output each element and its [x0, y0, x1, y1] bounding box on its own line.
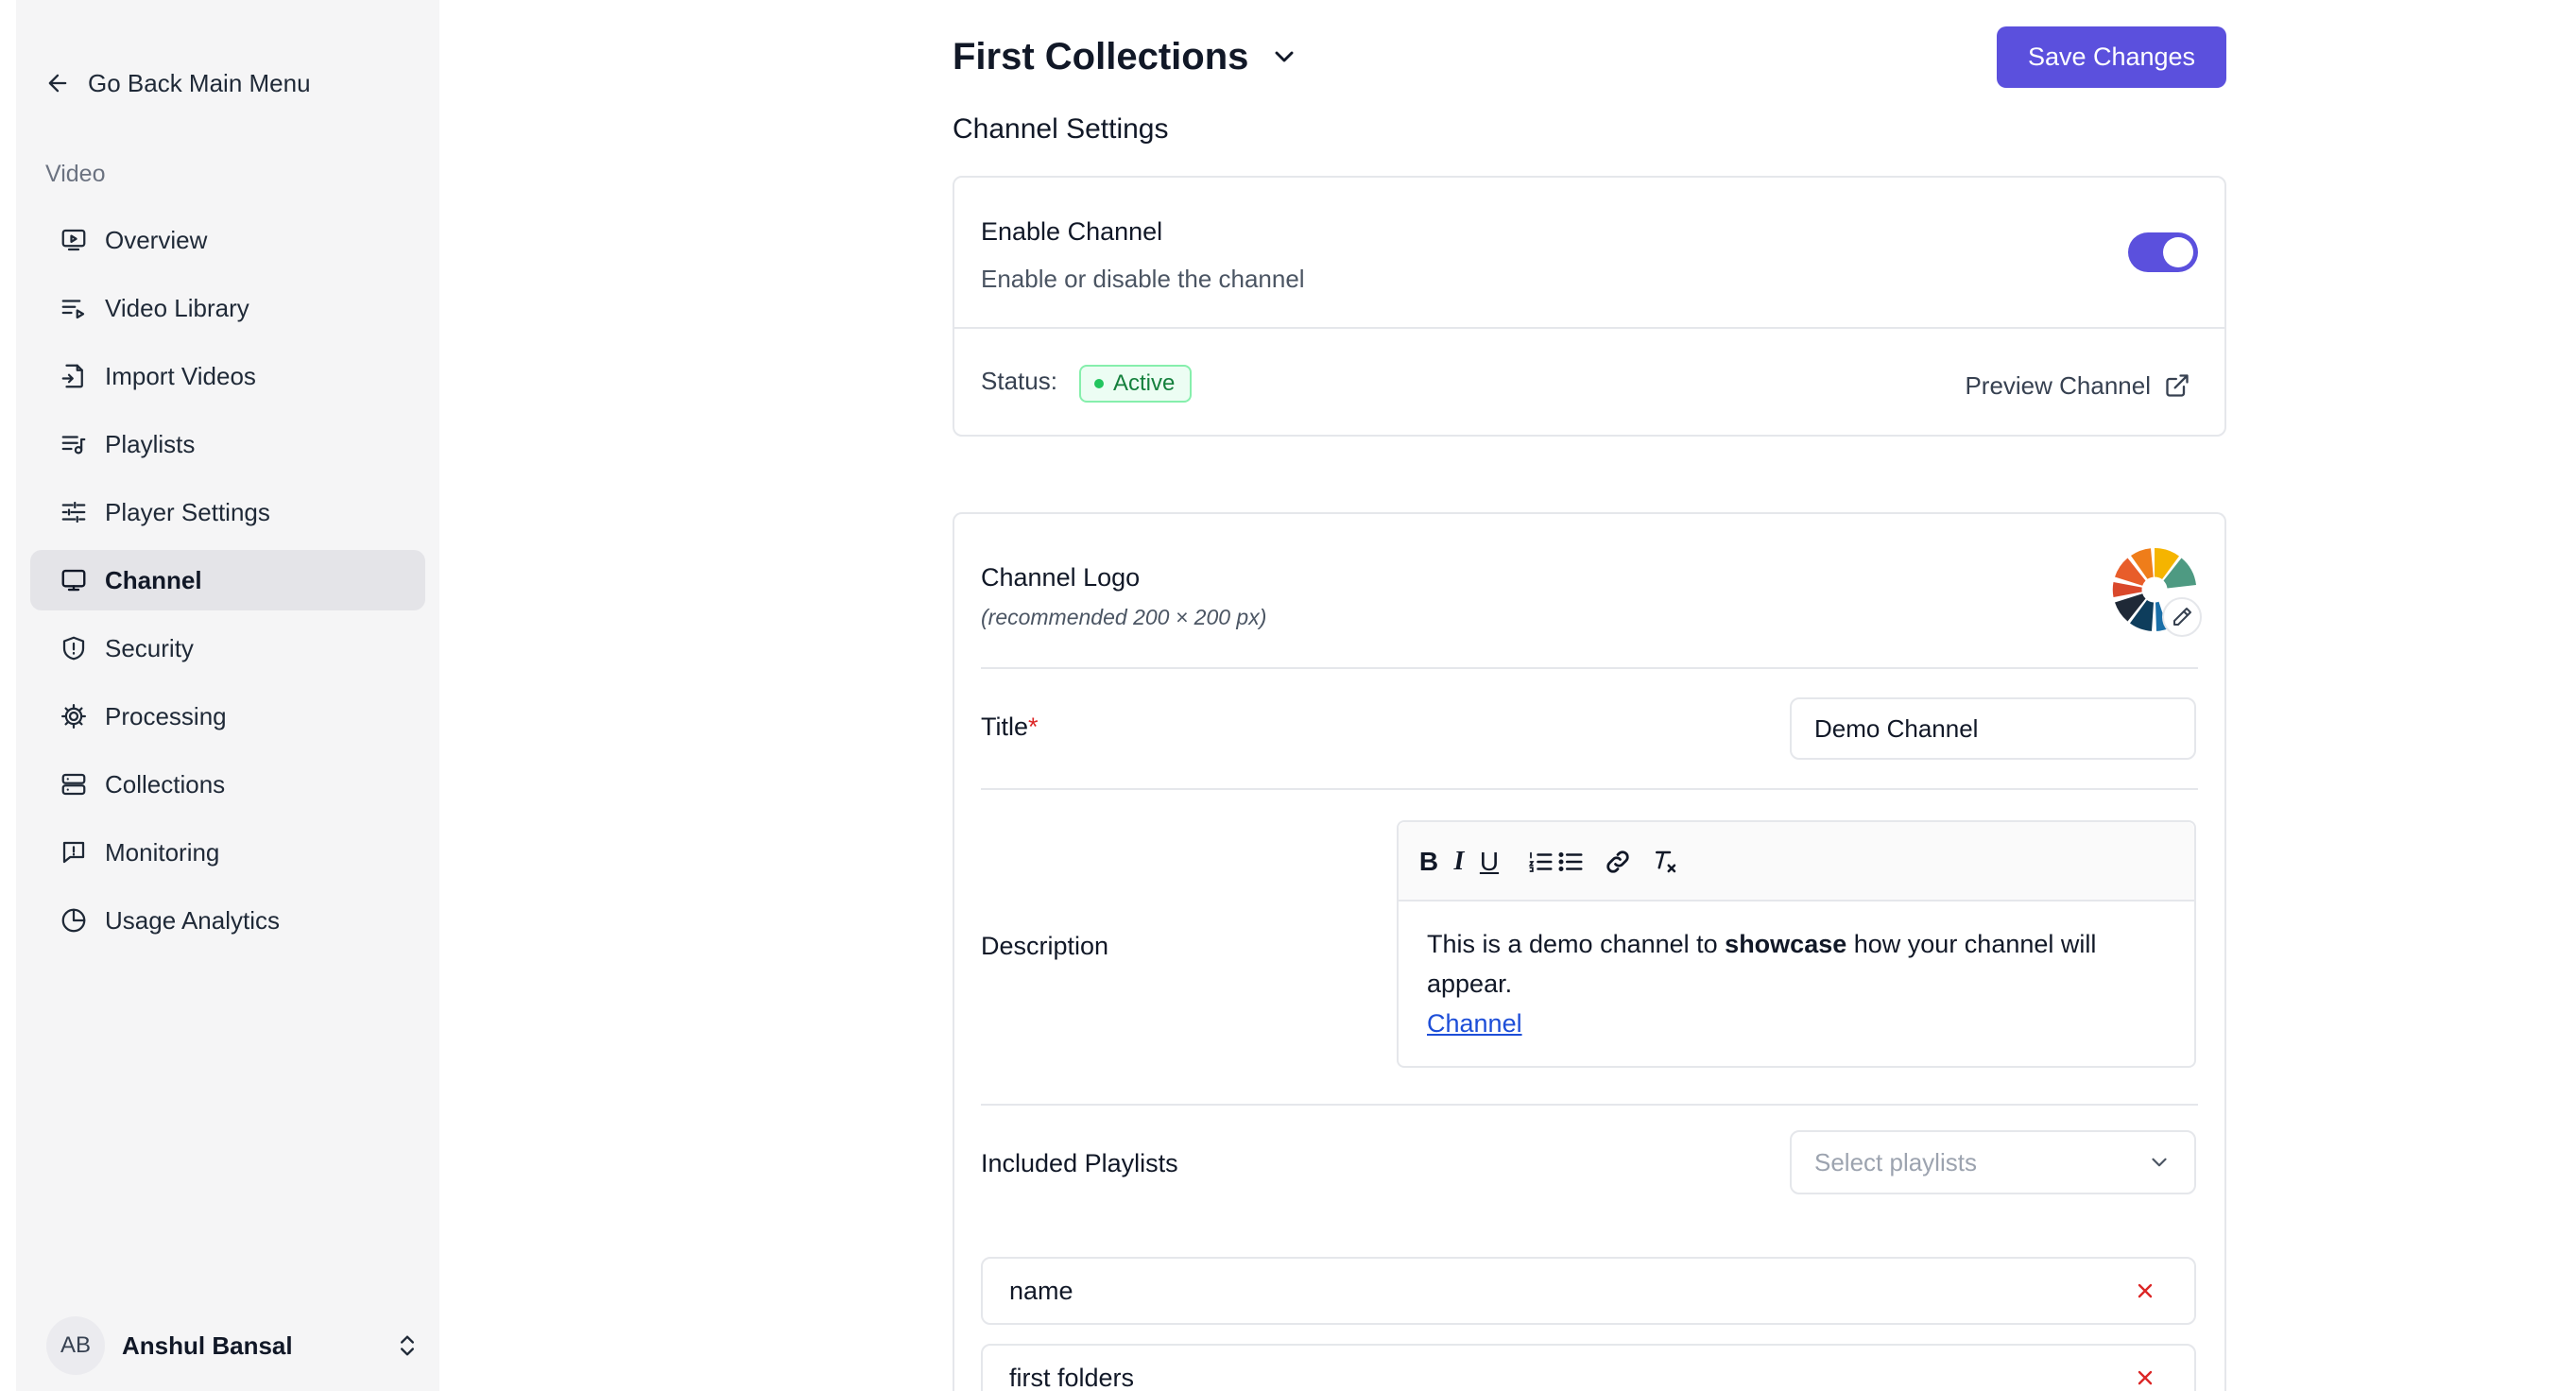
gear-icon [61, 704, 86, 729]
description-content[interactable]: This is a demo channel to showcase how y… [1399, 902, 2194, 1043]
link-icon [1606, 850, 1629, 873]
sidebar-item-label: Overview [105, 225, 208, 254]
page-title: First Collections [953, 35, 1249, 77]
included-playlists-label: Included Playlists [981, 1149, 1178, 1177]
channel-logo-picker[interactable] [2111, 546, 2202, 637]
sidebar-item-channel[interactable]: Channel [30, 550, 425, 610]
sidebar-item-label: Channel [105, 565, 202, 594]
channel-details-card: Channel Logo (recommended 200 × 200 px) … [953, 512, 2226, 1391]
sidebar-item-import-videos[interactable]: Import Videos [30, 346, 425, 406]
monitor-play-icon [61, 229, 86, 251]
server-icon [61, 773, 86, 796]
enable-channel-row: Enable Channel Enable or disable the cha… [954, 178, 2224, 329]
description-link[interactable]: Channel [1427, 1009, 1522, 1038]
link-button[interactable] [1599, 843, 1637, 881]
sidebar-item-overview[interactable]: Overview [30, 210, 425, 270]
user-name: Anshul Bansal [122, 1331, 293, 1360]
chevron-down-icon [1275, 51, 1294, 62]
description-editor[interactable]: B I U This is a demo channel to showcase… [1397, 820, 2196, 1068]
playlist-name: name [1009, 1276, 1073, 1305]
sidebar-item-label: Usage Analytics [105, 905, 280, 935]
divider [981, 667, 2198, 669]
playlists-select[interactable]: Select playlists [1790, 1130, 2196, 1194]
shield-alert-icon [62, 636, 85, 661]
sidebar-item-label: Playlists [105, 429, 196, 458]
sidebar-item-label: Processing [105, 701, 227, 730]
description-bold-text: showcase [1725, 930, 1847, 958]
list-play-icon [61, 300, 85, 319]
description-text: This is a demo channel to [1427, 930, 1726, 958]
sidebar-item-label: Collections [105, 769, 226, 799]
clear-format-icon [1656, 850, 1676, 873]
arrow-left-icon [48, 74, 67, 93]
bullet-list-icon [1558, 852, 1583, 871]
sidebar: Go Back Main Menu Video Overview Video L… [16, 0, 439, 1391]
sliders-icon [61, 501, 86, 524]
title-field-label: Title* [981, 713, 1039, 742]
chevrons-up-down-icon [401, 1335, 414, 1356]
sidebar-item-playlists[interactable]: Playlists [30, 414, 425, 474]
clear-format-button[interactable] [1646, 843, 1684, 881]
collection-switcher[interactable]: First Collections [953, 28, 1299, 85]
avatar: AB [46, 1316, 105, 1375]
back-label: Go Back Main Menu [88, 68, 311, 97]
divider [981, 788, 2198, 790]
sidebar-item-security[interactable]: Security [30, 618, 425, 678]
sidebar-item-label: Player Settings [105, 497, 270, 526]
sidebar-nav: Overview Video Library Import Videos Pla… [30, 210, 425, 958]
sidebar-item-usage-analytics[interactable]: Usage Analytics [30, 890, 425, 951]
divider [981, 1104, 2198, 1106]
back-to-main-menu[interactable]: Go Back Main Menu [44, 64, 311, 102]
enable-channel-label: Enable Channel [981, 217, 1163, 246]
preview-channel-label: Preview Channel [1965, 370, 2151, 400]
channel-logo-hint: (recommended 200 × 200 px) [981, 605, 1267, 629]
remove-icon[interactable] [2134, 1366, 2156, 1389]
edit-logo-button[interactable] [2162, 597, 2202, 637]
external-link-icon [2166, 374, 2189, 397]
description-label: Description [981, 932, 1109, 960]
status-dot [1094, 379, 1104, 388]
ordered-list-icon [1528, 851, 1553, 872]
title-input[interactable]: Demo Channel [1790, 697, 2196, 760]
save-changes-button[interactable]: Save Changes [1997, 26, 2226, 88]
underline-button[interactable]: U [1470, 843, 1508, 881]
sidebar-section-label: Video [45, 161, 106, 187]
bullet-list-button[interactable] [1552, 843, 1589, 881]
sidebar-item-monitoring[interactable]: Monitoring [30, 822, 425, 883]
channel-status-card: Enable Channel Enable or disable the cha… [953, 176, 2226, 437]
enable-channel-description: Enable or disable the channel [981, 265, 1305, 293]
editor-toolbar: B I U [1399, 822, 2194, 902]
sidebar-item-video-library[interactable]: Video Library [30, 278, 425, 338]
pencil-icon [2173, 608, 2191, 626]
file-import-icon [61, 364, 83, 388]
playlist-name: first folders [1009, 1363, 1135, 1391]
sidebar-item-label: Import Videos [105, 361, 256, 390]
status-label: Status: [981, 367, 1057, 395]
sidebar-item-label: Monitoring [105, 837, 220, 867]
preview-channel-link[interactable]: Preview Channel [1965, 367, 2190, 404]
channel-settings-title: Channel Settings [953, 113, 1169, 145]
selected-playlist-item: first folders [981, 1344, 2196, 1391]
pie-chart-icon [61, 908, 86, 933]
enable-channel-toggle[interactable] [2128, 232, 2198, 272]
remove-icon[interactable] [2134, 1279, 2156, 1302]
chevron-down-icon [2152, 1158, 2167, 1167]
sidebar-item-label: Video Library [105, 293, 249, 322]
sidebar-item-label: Security [105, 633, 194, 662]
selected-playlist-item: name [981, 1257, 2196, 1325]
toggle-knob [2163, 237, 2193, 267]
message-alert-icon [62, 841, 85, 864]
status-badge: Active [1079, 365, 1193, 403]
status-value: Active [1113, 370, 1176, 396]
playlist-icon [61, 436, 86, 455]
user-menu[interactable]: AB Anshul Bansal [46, 1315, 421, 1376]
sidebar-item-player-settings[interactable]: Player Settings [30, 482, 425, 542]
playlists-placeholder: Select playlists [1814, 1147, 1977, 1176]
monitor-icon [61, 569, 86, 592]
title-label-text: Title [981, 713, 1029, 741]
sidebar-item-collections[interactable]: Collections [30, 754, 425, 815]
sidebar-item-processing[interactable]: Processing [30, 686, 425, 747]
channel-logo-label: Channel Logo [981, 563, 1141, 592]
required-mark: * [1028, 713, 1039, 741]
